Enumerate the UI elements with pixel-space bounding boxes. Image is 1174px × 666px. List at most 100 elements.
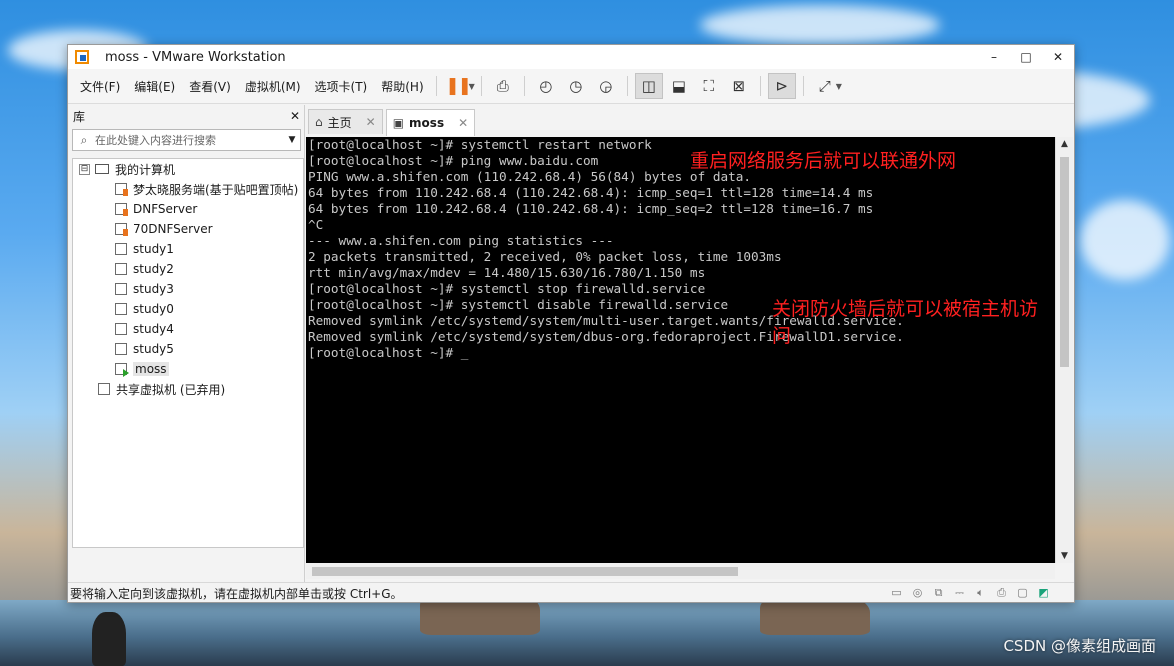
search-icon: ⌕ <box>80 132 88 147</box>
tab-strip: ⌂ 主页 ✕ ▣ moss ✕ <box>308 109 478 136</box>
tab-home[interactable]: ⌂ 主页 ✕ <box>308 109 383 134</box>
scroll-down-icon[interactable]: ▼ <box>1056 551 1073 561</box>
tree-item-vm[interactable]: study2 <box>73 259 303 279</box>
tab-close-icon[interactable]: ✕ <box>458 116 468 130</box>
cd-dvd-icon[interactable]: ◎ <box>909 586 926 600</box>
revert-snapshot-icon[interactable]: ◷ <box>562 73 590 99</box>
stretch-icon[interactable]: ⤢ <box>811 73 839 99</box>
usb-icon[interactable]: ⎓ <box>951 586 968 600</box>
snapshot-icon[interactable]: ◴ <box>532 73 560 99</box>
message-log-icon[interactable]: ◩ <box>1035 586 1052 600</box>
scroll-up-icon[interactable]: ▲ <box>1056 139 1073 149</box>
minimize-button[interactable]: – <box>978 45 1010 69</box>
tree-item-label: moss <box>133 362 169 376</box>
watermark: CSDN @像素组成画面 <box>1003 637 1156 655</box>
library-close-button[interactable]: ✕ <box>290 109 300 123</box>
vm-icon <box>115 243 127 255</box>
sound-icon[interactable]: 🔈︎ <box>972 586 989 600</box>
vm-running-icon <box>115 183 128 196</box>
network-adapter-icon[interactable]: ⧉ <box>930 586 947 600</box>
tree-item-vm[interactable]: DNFServer <box>73 199 303 219</box>
home-icon: ⌂ <box>315 115 323 129</box>
vm-icon <box>115 343 127 355</box>
console-view-icon[interactable]: ⊳ <box>767 73 796 99</box>
tab-moss[interactable]: ▣ moss ✕ <box>385 109 476 136</box>
display-icon[interactable]: ▢ <box>1014 586 1031 600</box>
tree-item-label: study0 <box>133 302 174 316</box>
maximize-button[interactable]: □ <box>1010 45 1042 69</box>
snapshot-manager-icon[interactable]: ◶ <box>592 73 620 99</box>
chevron-down-icon[interactable]: ▼ <box>836 82 842 91</box>
toolbar-separator <box>435 76 437 96</box>
vm-console[interactable]: [root@localhost ~]# systemctl restart ne… <box>306 137 1055 563</box>
menu-help[interactable]: 帮助(H) <box>381 78 423 95</box>
chevron-down-icon[interactable]: ▼ <box>469 82 475 91</box>
unity-icon[interactable]: ⊠ <box>725 73 753 99</box>
toolbar-separator <box>759 76 761 96</box>
tree-item-vm-selected[interactable]: moss <box>73 359 303 379</box>
tree-item-vm[interactable]: 70DNFServer <box>73 219 303 239</box>
status-bar: 要将输入定向到该虚拟机，请在虚拟机内部单击或按 Ctrl+G。 ▭ ◎ ⧉ ⎓ … <box>68 582 1074 602</box>
tree-item-my-computer[interactable]: ⊟ 我的计算机 <box>73 159 303 179</box>
vm-icon <box>115 283 127 295</box>
library-panel: 库 ✕ ⌕ 在此处键入内容进行搜索 ▼ ⊟ 我的计算机 梦太晓服务端(基于贴吧置… <box>68 105 305 584</box>
menu-file[interactable]: 文件(F) <box>80 78 120 95</box>
shared-vm-icon <box>98 383 110 395</box>
tree-item-label: study4 <box>133 322 174 336</box>
vm-tab-icon: ▣ <box>392 116 405 130</box>
vmware-window: moss - VMware Workstation – □ ✕ 文件(F) 编辑… <box>67 44 1075 603</box>
library-view-icon[interactable]: ◫ <box>634 73 663 99</box>
status-message: 要将输入定向到该虚拟机，请在虚拟机内部单击或按 Ctrl+G。 <box>70 586 403 601</box>
tree-item-label: study1 <box>133 242 174 256</box>
device-status-icons: ▭ ◎ ⧉ ⎓ 🔈︎ ⎙ ▢ ◩ <box>884 586 1052 600</box>
toolbar-separator <box>802 76 804 96</box>
menu-view[interactable]: 查看(V) <box>189 78 231 95</box>
console-line: ^C <box>308 217 324 232</box>
tree-item-vm[interactable]: study4 <box>73 319 303 339</box>
tree-item-vm[interactable]: study5 <box>73 339 303 359</box>
vmware-app-icon <box>75 50 89 64</box>
menu-vm[interactable]: 虚拟机(M) <box>245 78 301 95</box>
vm-running-icon <box>115 203 128 216</box>
search-input[interactable]: 在此处键入内容进行搜索 <box>95 132 216 148</box>
thumbnail-view-icon[interactable]: ⬓ <box>665 73 693 99</box>
menu-tabs[interactable]: 选项卡(T) <box>315 78 368 95</box>
library-search[interactable]: ⌕ 在此处键入内容进行搜索 ▼ <box>72 129 301 151</box>
annotation-firewall: 关闭防火墙后就可以被宿主机访问 <box>772 298 1039 347</box>
vm-running-icon <box>115 223 128 236</box>
console-vertical-scrollbar[interactable]: ▲ ▼ <box>1055 137 1073 563</box>
menu-toolbar: 文件(F) 编辑(E) 查看(V) 虚拟机(M) 选项卡(T) 帮助(H) ❚❚… <box>68 69 1074 104</box>
tree-item-shared-vms[interactable]: 共享虚拟机 (已弃用) <box>73 379 303 399</box>
pause-icon[interactable]: ❚❚ <box>444 73 471 99</box>
vm-icon <box>115 263 127 275</box>
tree-item-label: study2 <box>133 262 174 276</box>
annotation-network: 重启网络服务后就可以联通外网 <box>690 150 957 172</box>
tab-label: moss <box>409 116 445 130</box>
library-header: 库 ✕ <box>68 105 304 127</box>
tree-item-label: 梦太晓服务端(基于贴吧置顶帖) <box>133 182 299 197</box>
tree-item-label: study3 <box>133 282 174 296</box>
tab-close-icon[interactable]: ✕ <box>366 115 376 129</box>
tree-item-vm[interactable]: study3 <box>73 279 303 299</box>
collapse-icon[interactable]: ⊟ <box>79 163 90 175</box>
tree-item-vm[interactable]: 梦太晓服务端(基于贴吧置顶帖) <box>73 179 303 199</box>
tree-item-vm[interactable]: study0 <box>73 299 303 319</box>
desktop-sea <box>0 600 1174 666</box>
fullscreen-icon[interactable]: ⛶ <box>695 73 723 99</box>
scroll-thumb[interactable] <box>312 567 738 576</box>
console-horizontal-scrollbar[interactable] <box>306 563 1055 579</box>
printer-icon[interactable]: ⎙ <box>993 586 1010 600</box>
toolbar-separator <box>480 76 482 96</box>
window-controls: – □ ✕ <box>978 45 1074 69</box>
chevron-down-icon[interactable]: ▼ <box>284 135 300 145</box>
hard-disk-icon[interactable]: ▭ <box>888 586 905 600</box>
tree-item-label: 我的计算机 <box>115 162 176 177</box>
scroll-thumb[interactable] <box>1060 157 1069 367</box>
send-ctrl-alt-del-icon[interactable]: ⎙ <box>489 73 517 99</box>
console-line: 64 bytes from 110.242.68.4 (110.242.68.4… <box>308 185 874 200</box>
computer-icon <box>95 164 109 174</box>
menu-edit[interactable]: 编辑(E) <box>134 78 175 95</box>
close-button[interactable]: ✕ <box>1042 45 1074 69</box>
title-bar[interactable]: moss - VMware Workstation – □ ✕ <box>68 45 1074 69</box>
tree-item-vm[interactable]: study1 <box>73 239 303 259</box>
